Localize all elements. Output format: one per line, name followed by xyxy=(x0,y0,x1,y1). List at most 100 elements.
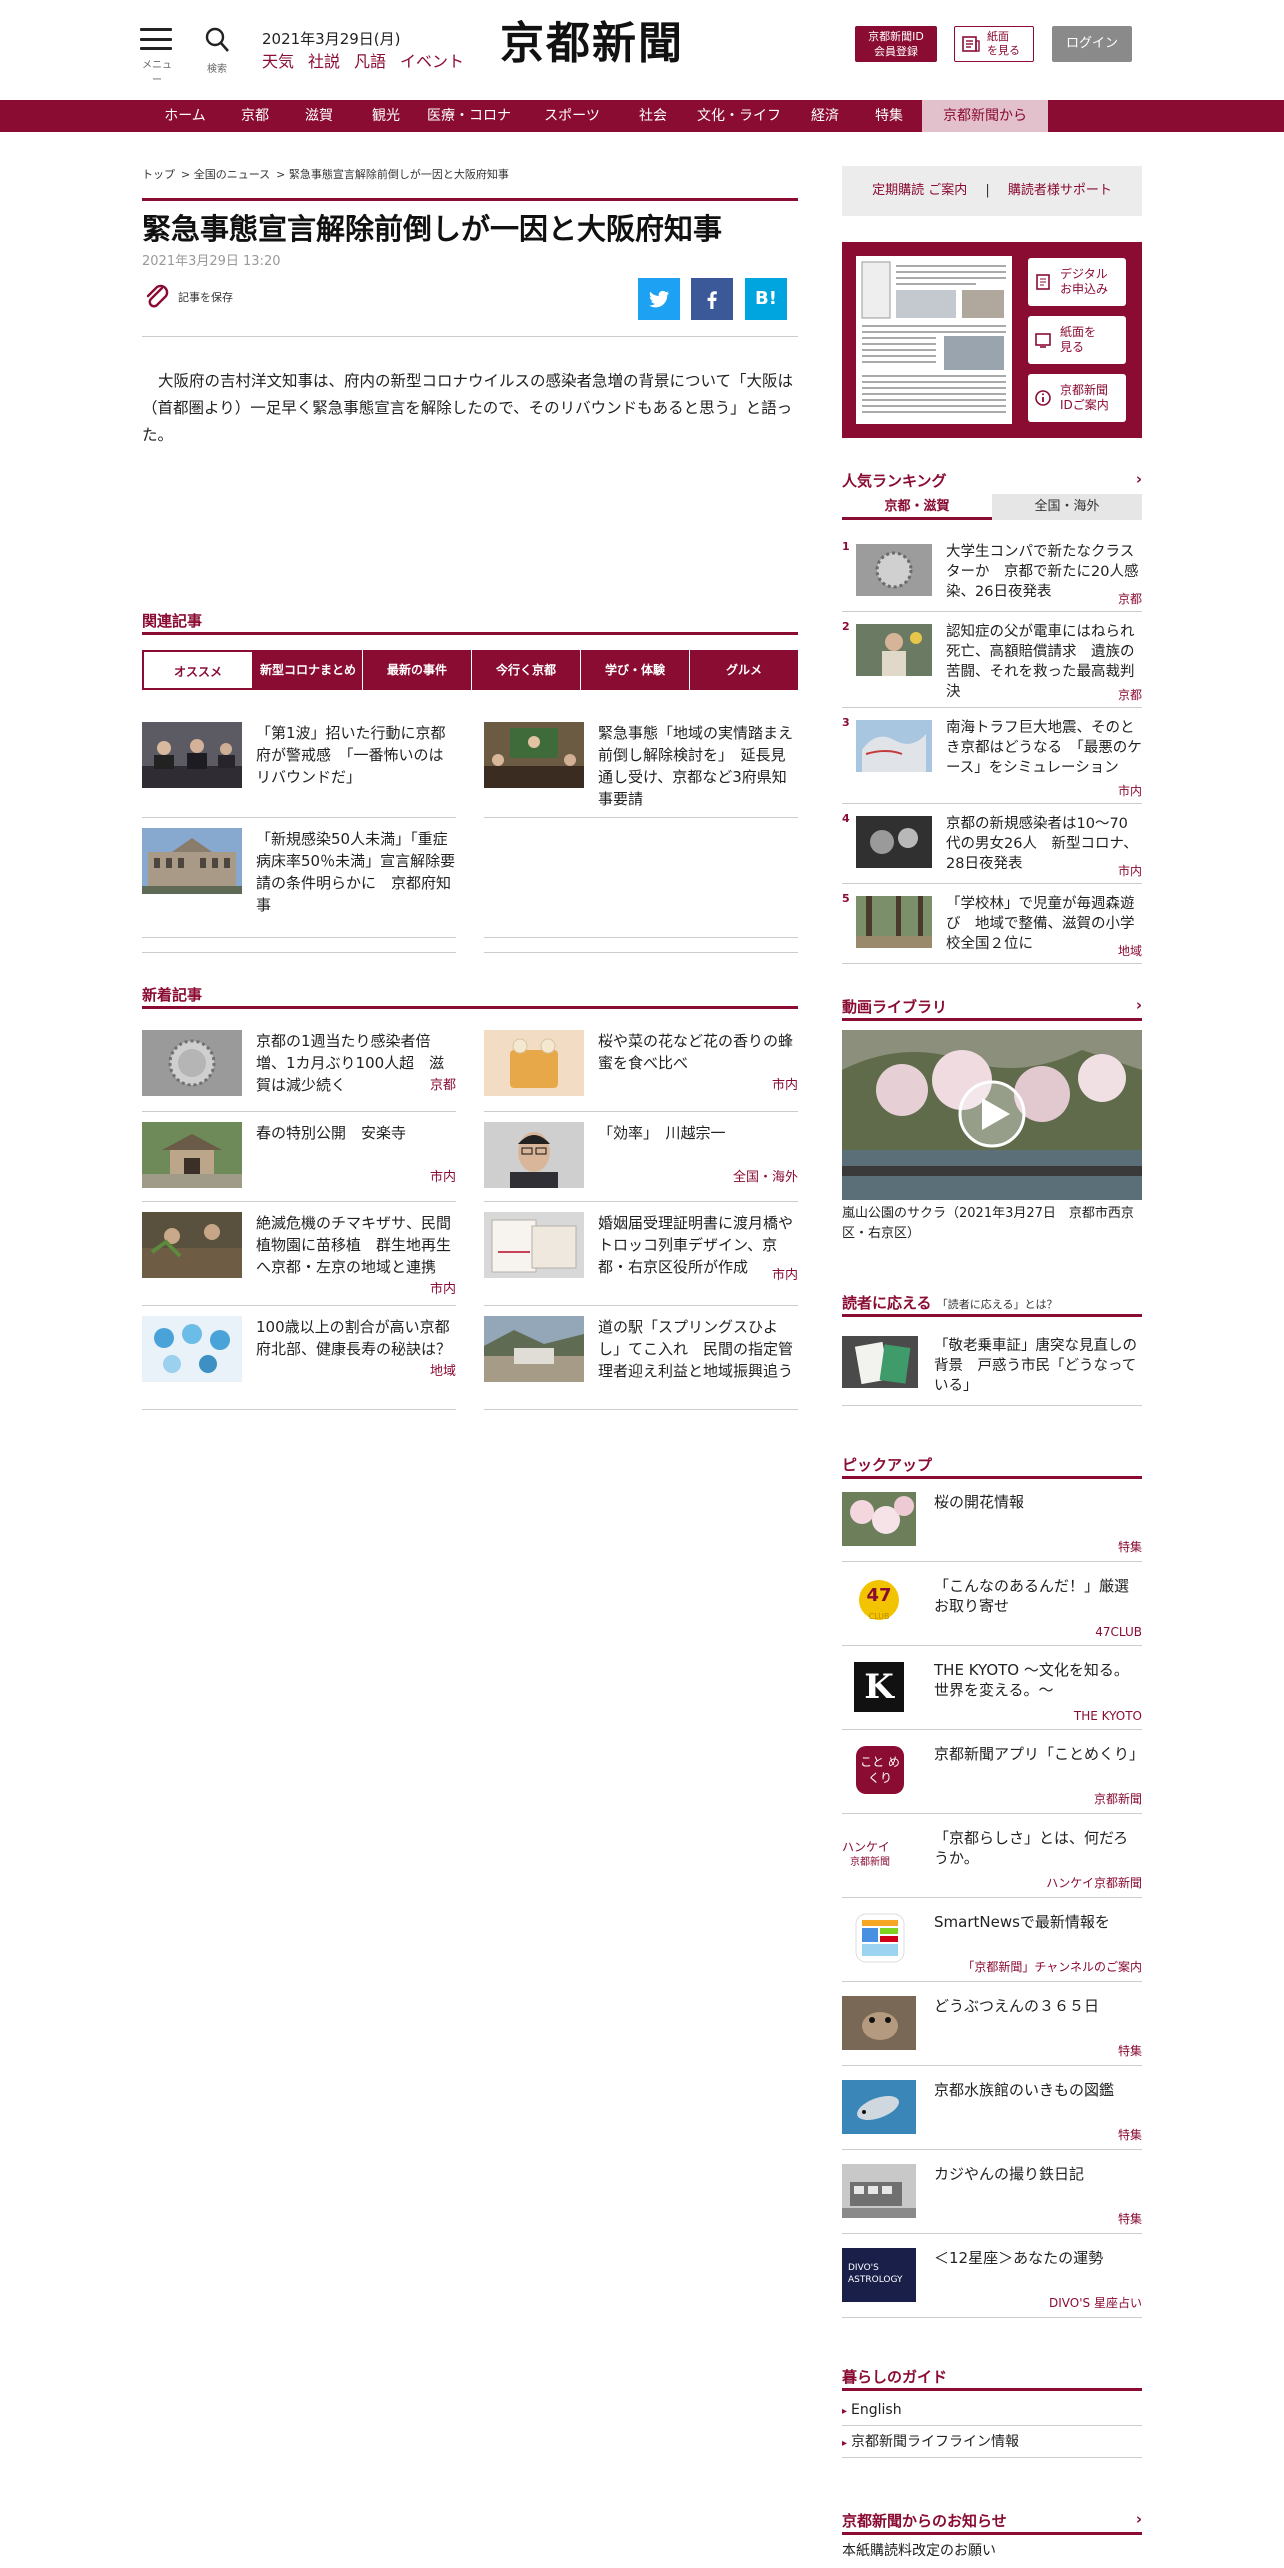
view-paper-sidebar-button[interactable]: 紙面を 見る xyxy=(1028,316,1126,364)
pickup-title: 「京都らしさ」とは、何だろうか。 xyxy=(934,1829,1129,1867)
notice-first-item[interactable]: 本紙購読料改定のお願い xyxy=(842,2540,996,2560)
tab-kyoto-now[interactable]: 今行く京都 xyxy=(472,650,581,690)
pickup-category: 「京都新聞」チャンネルのご案内 xyxy=(962,1960,1142,1974)
nav-kyoto[interactable]: 京都 xyxy=(228,100,282,132)
latest-card[interactable]: 婚姻届受理証明書に渡月橋やトロッコ列車デザイン、京都・右京区役所が作成 市内 xyxy=(484,1212,798,1306)
nav-shiga[interactable]: 滋賀 xyxy=(282,100,356,132)
newspaper-icon xyxy=(962,36,980,52)
ranking-tab-national[interactable]: 全国・海外 xyxy=(992,494,1142,520)
ranking-title: 大学生コンパで新たなクラスターか 京都で新たに20人感染、26日夜発表 xyxy=(946,544,1139,600)
breadcrumb-top[interactable]: トップ xyxy=(142,168,175,181)
latest-title: 桜や菜の花など花の香りの蜂蜜を食べ比べ xyxy=(598,1032,794,1072)
search-button[interactable]: 検索 xyxy=(202,26,232,75)
header-links: 天気 社説 凡語 イベント xyxy=(262,48,478,72)
tab-recommended[interactable]: オススメ xyxy=(142,650,254,690)
related-card[interactable]: 「第1波」招いた行動に京都府が警戒感 「一番怖いのはリバウンドだ」 xyxy=(142,722,456,818)
reader-item[interactable]: 「敬老乗車証」唐突な見直しの背景 戸惑う市民「どうなっている」 xyxy=(842,1328,1142,1406)
nav-special[interactable]: 特集 xyxy=(856,100,922,132)
latest-category: 市内 xyxy=(771,1268,798,1283)
ranking-category: 地域 xyxy=(1117,944,1142,958)
video-heading[interactable]: 動画ライブラリ › xyxy=(842,996,1142,1017)
tab-corona-summary[interactable]: 新型コロナまとめ xyxy=(254,650,363,690)
ranking-heading[interactable]: 人気ランキング › xyxy=(842,470,1142,491)
video-player[interactable] xyxy=(842,1030,1142,1200)
latest-card[interactable]: 桜や菜の花など花の香りの蜂蜜を食べ比べ 市内 xyxy=(484,1030,798,1112)
pickup-item[interactable]: ハンケイ 京都新聞 「京都らしさ」とは、何だろうか。 ハンケイ京都新聞 xyxy=(842,1814,1142,1898)
pickup-item[interactable]: カジやんの撮り鉄日記 特集 xyxy=(842,2150,1142,2234)
reader-about-link[interactable]: 「読者に応える」とは？ xyxy=(937,1298,1058,1311)
header-link-weather[interactable]: 天気 xyxy=(262,52,294,71)
latest-title: 絶滅危機のチマキザサ、民間植物園に苗移植 群生地再生へ京都・左京の地域と連携 xyxy=(256,1214,452,1276)
pickup-hankei-logo: ハンケイ 京都新聞 xyxy=(842,1840,890,1868)
tab-latest-incidents[interactable]: 最新の事件 xyxy=(363,650,472,690)
latest-card[interactable]: 道の駅「スプリングスひよし」てこ入れ 民間の指定管理者迎え利益と地域振興追う xyxy=(484,1316,798,1410)
menu-button[interactable]: メニュー xyxy=(140,28,174,86)
share-hatena-button[interactable]: B! xyxy=(745,278,787,320)
pickup-item[interactable]: こと めくり 京都新聞アプリ「ことめくり」 京都新聞 xyxy=(842,1730,1144,1814)
share-facebook-button[interactable] xyxy=(691,278,733,320)
share-twitter-button[interactable] xyxy=(638,278,680,320)
digital-apply-button[interactable]: デジタル お申込み xyxy=(1028,258,1126,306)
latest-card[interactable]: 100歳以上の割合が高い京都府北部、健康長寿の秘訣は？ 地域 xyxy=(142,1316,456,1410)
nav-sports[interactable]: スポーツ xyxy=(522,100,622,132)
guide-link-english[interactable]: English xyxy=(842,2394,1142,2426)
latest-title: 春の特別公開 安楽寺 xyxy=(256,1124,407,1142)
nav-from-kyoto-np[interactable]: 京都新聞から xyxy=(922,100,1048,132)
ranking-item[interactable]: 5 「学校林」で児童が毎週森遊び 地域で整備、滋賀の小学校全国２位に 地域 xyxy=(842,892,1142,964)
save-article-button[interactable]: 記事を保存 xyxy=(142,282,233,312)
tab-gourmet[interactable]: グルメ xyxy=(690,650,798,690)
pickup-title: どうぶつえんの３６５日 xyxy=(934,1997,1100,2015)
member-register-button[interactable]: 京都新聞ID 会員登録 xyxy=(855,26,937,62)
ranking-category: 京都 xyxy=(1117,592,1142,606)
nav-medical-corona[interactable]: 医療・コロナ xyxy=(416,100,522,132)
ranking-item[interactable]: 4 京都の新規感染者は10～70代の男女26人 新型コロナ、28日夜発表 市内 xyxy=(842,812,1142,884)
pickup-item[interactable]: どうぶつえんの３６５日 特集 xyxy=(842,1982,1142,2066)
site-logo[interactable]: 京都新聞 xyxy=(500,14,710,74)
nav-home[interactable]: ホーム xyxy=(142,100,228,132)
pickup-category: THE KYOTO xyxy=(1073,1709,1142,1723)
latest-card[interactable]: 京都の1週当たり感染者倍増、1カ月ぶり100人超 滋賀は減少続く 京都 xyxy=(142,1030,456,1112)
header-link-bongo[interactable]: 凡語 xyxy=(354,52,386,71)
ranking-title: 認知症の父が電車にはねられ死亡、高額賠償請求 遺族の苦闘、それを救った最高裁判決 xyxy=(946,624,1135,700)
pickup-item[interactable]: 京都水族館のいきもの図鑑 特集 xyxy=(842,2066,1142,2150)
view-paper-button[interactable]: 紙面 を見る xyxy=(954,26,1034,62)
reader-support-link[interactable]: 購読者様サポート xyxy=(1008,183,1112,198)
ranking-item[interactable]: 2 認知症の父が電車にはねられ死亡、高額賠償請求 遺族の苦闘、それを救った最高裁… xyxy=(842,620,1142,708)
ranking-thumb-map xyxy=(856,720,932,772)
login-button[interactable]: ログイン xyxy=(1052,26,1132,62)
pickup-item[interactable]: 47 CLUB 「こんなのあるんだ！」厳選お取り寄せ 47CLUB xyxy=(842,1562,1142,1646)
pickup-item[interactable]: SmartNewsで最新情報を 「京都新聞」チャンネルのご案内 xyxy=(842,1898,1142,1982)
newspaper-front-page-image[interactable] xyxy=(856,256,1012,424)
latest-thumb-infographic xyxy=(142,1316,242,1382)
related-card[interactable]: 「新規感染50人未満」「重症病床率50％未満」宣言解除要請の条件明らかに 京都府… xyxy=(142,828,456,938)
ranking-item[interactable]: 3 南海トラフ巨大地震、そのとき京都はどうなる 「最悪のケース」をシミュレーショ… xyxy=(842,716,1142,804)
latest-card[interactable]: 春の特別公開 安楽寺 市内 xyxy=(142,1122,456,1202)
nav-culture-life[interactable]: 文化・ライフ xyxy=(684,100,794,132)
guide-link-lifeline[interactable]: 京都新聞ライフライン情報 xyxy=(842,2426,1142,2458)
tab-learning[interactable]: 学び・体験 xyxy=(581,650,690,690)
id-info-button[interactable]: 京都新聞 IDご案内 xyxy=(1028,374,1126,422)
latest-card[interactable]: 「効率」 川越宗一 全国・海外 xyxy=(484,1122,798,1202)
ranking-item[interactable]: 1 大学生コンパで新たなクラスターか 京都で新たに20人感染、26日夜発表 京都 xyxy=(842,540,1142,612)
related-card[interactable]: 緊急事態「地域の実情踏まえ前倒し解除検討を」 延長見通し受け、京都など3府県知事… xyxy=(484,722,798,818)
header-link-event[interactable]: イベント xyxy=(400,52,464,71)
subscription-link[interactable]: 定期購読 ご案内 xyxy=(872,183,967,198)
related-thumb-governors xyxy=(484,722,584,788)
pickup-the-kyoto-logo: K xyxy=(842,1660,916,1714)
nav-tourism[interactable]: 観光 xyxy=(356,100,416,132)
breadcrumb-national[interactable]: > 全国のニュース xyxy=(181,168,270,181)
pickup-item[interactable]: DIVO'S ASTROLOGY ＜12星座＞あなたの運勢 DIVO'S 星座占い xyxy=(842,2234,1142,2318)
related-title: 「第1波」招いた行動に京都府が警戒感 「一番怖いのはリバウンドだ」 xyxy=(256,724,446,786)
ranking-tab-kyoto-shiga[interactable]: 京都・滋賀 xyxy=(842,494,992,520)
pickup-item[interactable]: K THE KYOTO ～文化を知る。世界を変える。～ THE KYOTO xyxy=(842,1646,1142,1730)
nav-economy[interactable]: 経済 xyxy=(794,100,856,132)
notice-heading[interactable]: 京都新聞からのお知らせ › xyxy=(842,2510,1142,2531)
header-link-editorial[interactable]: 社説 xyxy=(308,52,340,71)
latest-thumb-planting xyxy=(142,1212,242,1278)
nav-society[interactable]: 社会 xyxy=(622,100,684,132)
pickup-item[interactable]: 桜の開花情報 特集 xyxy=(842,1478,1142,1562)
ranking-tabs: 京都・滋賀 全国・海外 xyxy=(842,494,1142,520)
latest-card[interactable]: 絶滅危機のチマキザサ、民間植物園に苗移植 群生地再生へ京都・左京の地域と連携 市… xyxy=(142,1212,456,1306)
facebook-icon xyxy=(707,291,717,309)
info-icon xyxy=(1035,390,1051,406)
